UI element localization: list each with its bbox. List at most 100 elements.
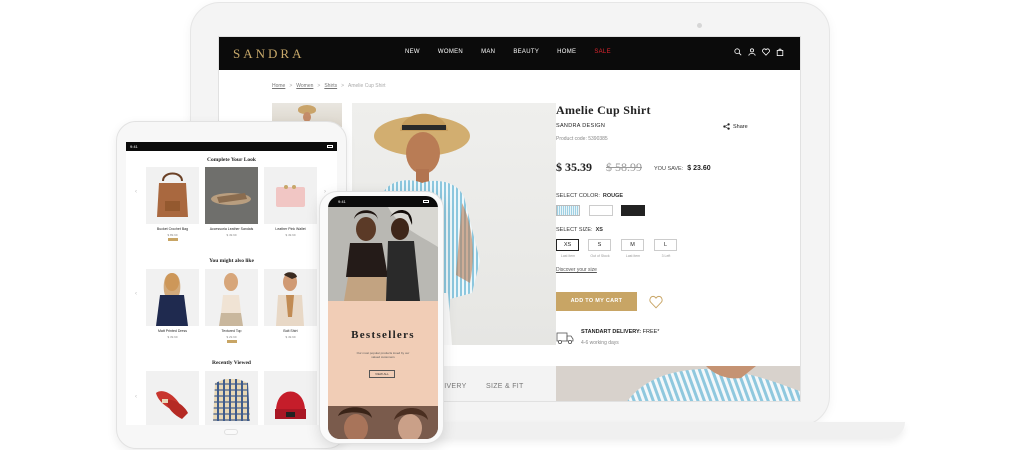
product-badge bbox=[168, 238, 178, 241]
color-swatch-white[interactable] bbox=[589, 205, 613, 216]
phone-bottom-image bbox=[328, 406, 438, 439]
account-icon[interactable] bbox=[748, 48, 756, 56]
tablet-status-bar: 9:41 bbox=[126, 142, 337, 151]
bestsellers-title: Bestsellers bbox=[351, 329, 415, 341]
phone-hero-image bbox=[328, 207, 438, 301]
product-image bbox=[264, 269, 317, 326]
model-navy-dress-illustration bbox=[156, 273, 188, 326]
size-stock-note: Last item bbox=[625, 254, 641, 258]
product-name: Bucket Crochet Bag bbox=[156, 227, 189, 231]
product-image bbox=[146, 371, 199, 425]
view-all-button[interactable]: VIEW ALL bbox=[369, 370, 395, 378]
you-save-value: $ 23.60 bbox=[687, 165, 711, 172]
bestsellers-banner: Bestsellers Our most popular products lo… bbox=[328, 301, 438, 406]
section-title-complete-look: Complete Your Look bbox=[207, 157, 256, 163]
product-badge bbox=[227, 340, 237, 343]
battery-icon bbox=[327, 145, 333, 148]
product-name: Leather Pink Wallet bbox=[275, 227, 306, 231]
select-color-label: SELECT COLOR: bbox=[556, 193, 600, 199]
bestsellers-subtitle: Our most popular products loved by our v… bbox=[356, 351, 410, 359]
savings-text: YOU SAVE: $ 23.60 bbox=[654, 165, 711, 172]
bucket-bag-illustration bbox=[157, 172, 188, 217]
product-brand: SANDRA DESIGN bbox=[556, 123, 606, 129]
tab-size-fit[interactable]: SIZE & FIT bbox=[486, 383, 524, 390]
delivery-title-label: STANDART DELIVERY: bbox=[581, 329, 642, 335]
size-option-xs[interactable]: XS bbox=[556, 239, 579, 251]
nav-item-home[interactable]: HOME bbox=[557, 49, 576, 55]
product-image bbox=[264, 371, 317, 425]
size-option-m[interactable]: M bbox=[621, 239, 644, 251]
size-selector-label: SELECT SIZE: XS bbox=[556, 227, 603, 233]
breadcrumb-separator: > bbox=[289, 83, 293, 89]
phone-status-bar: 9:41 bbox=[328, 196, 438, 207]
selected-color-value: ROUGE bbox=[602, 193, 624, 199]
carousel-prev-icon[interactable]: ‹ bbox=[135, 291, 137, 297]
tablet-home-button bbox=[224, 429, 238, 435]
size-guide-link[interactable]: Discover your size bbox=[556, 267, 597, 273]
breadcrumb-home[interactable]: Home bbox=[272, 83, 285, 89]
current-price: $ 35.39 bbox=[556, 160, 592, 174]
nav-item-women[interactable]: WOMEN bbox=[438, 49, 463, 55]
product-image bbox=[264, 167, 317, 224]
breadcrumb-shirts[interactable]: Shirts bbox=[324, 83, 337, 89]
phone-screen: 9:41 Bestsellers Our most popular produc… bbox=[328, 196, 438, 439]
product-price: $ 39.99 bbox=[167, 335, 178, 339]
top-navigation: SANDRA NEW WOMEN MAN BEAUTY HOME SALE bbox=[219, 37, 800, 70]
brand-logo[interactable]: SANDRA bbox=[233, 46, 304, 62]
product-price: $ 89.99 bbox=[167, 233, 178, 237]
nav-item-sale[interactable]: SALE bbox=[594, 49, 611, 55]
breadcrumb-current: Amelie Cup Shirt bbox=[348, 83, 386, 89]
color-swatch-black[interactable] bbox=[621, 205, 645, 216]
tablet-time: 9:41 bbox=[130, 144, 138, 149]
delivery-price: FREE* bbox=[642, 329, 660, 335]
breadcrumb-women[interactable]: Women bbox=[296, 83, 313, 89]
share-label: Share bbox=[733, 123, 748, 130]
search-icon[interactable] bbox=[734, 48, 742, 56]
you-save-label: YOU SAVE: bbox=[654, 166, 684, 172]
delivery-title: STANDART DELIVERY: FREE* bbox=[581, 329, 659, 335]
product-image bbox=[146, 269, 199, 326]
product-price: $ 49.99 bbox=[285, 233, 296, 237]
selected-size-value: XS bbox=[595, 227, 603, 233]
models-faces-illustration bbox=[328, 406, 438, 439]
size-stock-note: 3 Left bbox=[661, 254, 671, 258]
add-to-cart-button[interactable]: ADD TO MY CART bbox=[556, 292, 637, 311]
pink-wallet-illustration bbox=[276, 185, 305, 207]
product-code: Product code: 5390385 bbox=[556, 136, 608, 142]
product-detail-image bbox=[556, 366, 800, 401]
shopping-bag-icon[interactable] bbox=[776, 48, 784, 56]
nav-item-man[interactable]: MAN bbox=[481, 49, 495, 55]
product-image bbox=[205, 167, 258, 224]
device-mockup-stage: SANDRA NEW WOMEN MAN BEAUTY HOME SALE Ho… bbox=[0, 0, 1018, 450]
product-title: Amelie Cup Shirt bbox=[556, 103, 651, 117]
product-name: Accessoria Leather Sandals bbox=[209, 227, 254, 231]
share-button[interactable]: Share bbox=[723, 123, 748, 130]
sandals-illustration bbox=[211, 193, 251, 205]
tablet-screen: 9:41 Complete Your Look ‹ › Bucket Croch… bbox=[126, 142, 337, 425]
product-name: Matt Printed Dress bbox=[158, 329, 187, 333]
add-to-wishlist-heart-icon[interactable] bbox=[649, 295, 663, 309]
nav-item-new[interactable]: NEW bbox=[405, 49, 420, 55]
size-stock-note: Last item bbox=[560, 254, 576, 258]
product-price: $ 49.99 bbox=[226, 233, 237, 237]
product-image bbox=[205, 371, 258, 425]
color-swatch-striped[interactable] bbox=[556, 205, 580, 216]
product-price: $ 49.99 bbox=[285, 335, 296, 339]
nav-icons bbox=[734, 48, 784, 56]
size-option-l[interactable]: L bbox=[654, 239, 677, 251]
red-beanie-illustration bbox=[275, 391, 306, 419]
espadrilles-illustration bbox=[156, 391, 188, 419]
nav-item-beauty[interactable]: BEAUTY bbox=[513, 49, 539, 55]
product-price: $ 29.99 bbox=[226, 335, 237, 339]
wishlist-heart-icon[interactable] bbox=[762, 48, 770, 56]
product-name: Bolt Shirt bbox=[283, 329, 298, 333]
phone-time: 9:41 bbox=[338, 199, 346, 204]
size-stock-note: Out of Stock bbox=[590, 254, 610, 258]
share-icon bbox=[723, 123, 730, 130]
size-option-s[interactable]: S bbox=[588, 239, 611, 251]
product-name: Textured Top bbox=[221, 329, 242, 333]
carousel-prev-icon[interactable]: ‹ bbox=[135, 394, 137, 400]
breadcrumb: Home > Women > Shirts > Amelie Cup Shirt bbox=[272, 83, 386, 89]
select-size-label: SELECT SIZE: bbox=[556, 227, 593, 233]
carousel-prev-icon[interactable]: ‹ bbox=[135, 189, 137, 195]
